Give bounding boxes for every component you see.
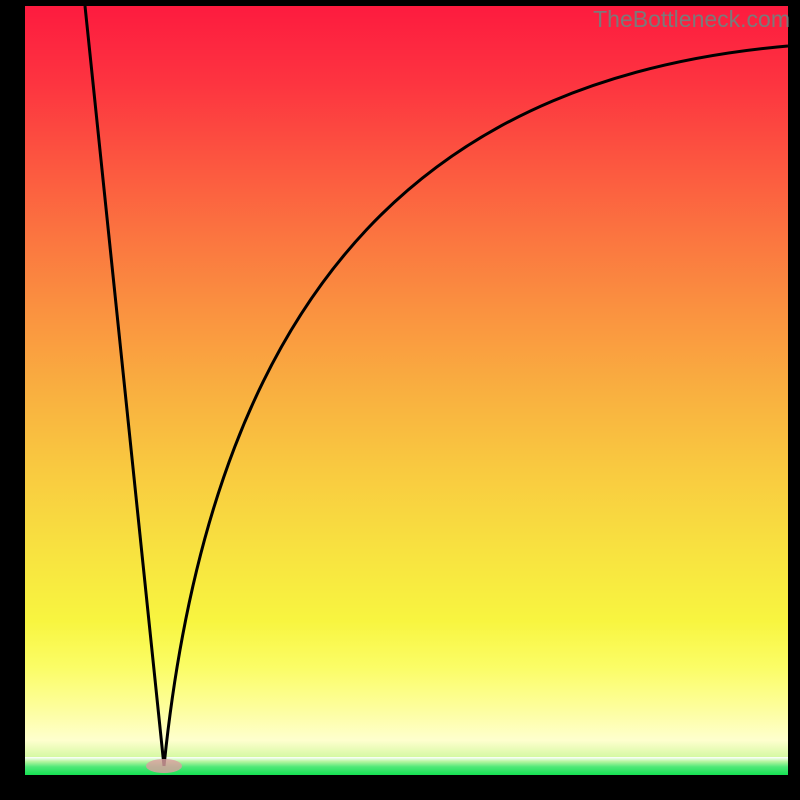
watermark-text: TheBottleneck.com: [593, 6, 790, 33]
plot-area: [25, 6, 788, 775]
gradient-background: [25, 6, 788, 775]
minimum-marker: [146, 759, 182, 773]
chart-svg: [25, 6, 788, 775]
chart-container: TheBottleneck.com: [0, 0, 800, 800]
green-band: [25, 757, 788, 775]
